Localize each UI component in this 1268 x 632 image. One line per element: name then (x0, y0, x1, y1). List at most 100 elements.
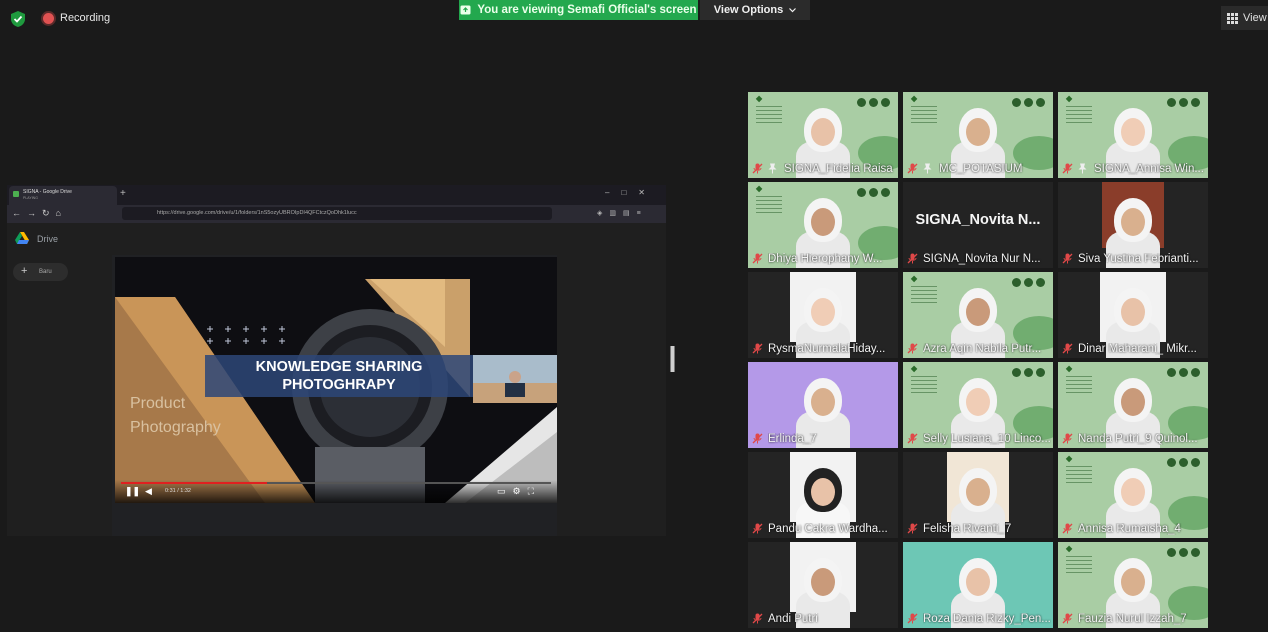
drive-new-button[interactable]: + Baru (13, 263, 68, 281)
video-presenter-pip (473, 355, 557, 403)
participant-tile[interactable]: ◆ Fauzia Nurul Izzah_7 (1058, 542, 1208, 628)
potasium-logo-icon: ◆ (911, 364, 918, 373)
background-text-lines (756, 106, 782, 124)
participant-name: Annisa Rumaisha_4 (1078, 523, 1181, 535)
address-bar[interactable]: https://drive.google.com/drive/u/1/folde… (122, 207, 552, 220)
sponsor-logos-icon (854, 94, 894, 107)
splitter-handle[interactable] (670, 346, 675, 372)
participant-tile[interactable]: ◆ Annisa Rumaisha_4 (1058, 452, 1208, 538)
view-layout-button[interactable]: View (1221, 6, 1268, 30)
mic-muted-icon (1062, 433, 1073, 444)
video-side-label-2: Photography (130, 419, 221, 436)
mic-muted-icon (907, 163, 918, 174)
participant-tile[interactable]: ◆ Nanda Putri_9 Quinol... (1058, 362, 1208, 448)
nav-buttons-icon[interactable]: ←→↻⌂ (12, 208, 67, 219)
potasium-logo-icon: ◆ (756, 184, 763, 193)
sponsor-logos-icon (1009, 274, 1049, 287)
volume-icon[interactable]: ◀ (145, 486, 152, 497)
background-text-lines (1066, 556, 1092, 574)
participant-tile[interactable]: ◆ SIGNA_Fidelia Raisa (748, 92, 898, 178)
potasium-logo-icon: ◆ (911, 94, 918, 103)
browser-nav-bar: ←→↻⌂ https://drive.google.com/drive/u/1/… (7, 205, 666, 223)
view-options-button[interactable]: View Options (700, 0, 810, 20)
security-shield-icon[interactable] (10, 10, 26, 28)
participant-name: Erlinda_7 (768, 433, 817, 445)
participant-name: Andi Putri (768, 613, 818, 625)
chevron-down-icon (789, 7, 797, 12)
view-options-label: View Options (713, 4, 784, 16)
video-progress-fill (121, 482, 267, 484)
mic-muted-icon (1062, 613, 1073, 624)
participant-name: Siva Yustina Febrianti... (1078, 253, 1199, 265)
participant-tile[interactable]: ◆ Azra Aqin Nabila Putr... (903, 272, 1053, 358)
window-controls-icon[interactable]: –□✕ (605, 188, 657, 197)
participant-name: Pandu Cakra Wardha... (768, 523, 888, 535)
mic-muted-icon (752, 253, 763, 264)
participant-tile[interactable]: ◆ MC_POTASIUM (903, 92, 1053, 178)
drive-new-label: Baru (39, 269, 52, 275)
mic-muted-icon (907, 523, 918, 534)
background-text-lines (911, 286, 937, 304)
view-label: View (1243, 12, 1267, 24)
potasium-logo-icon: ◆ (1066, 364, 1073, 373)
participant-tile[interactable]: ◆ Dhiya Hierophany W... (748, 182, 898, 268)
background-text-lines (911, 376, 937, 394)
participant-tile[interactable]: Felisha Rivanti_7 (903, 452, 1053, 538)
participant-tile[interactable]: RysmaNurmalaHiday... (748, 272, 898, 358)
participant-name: Dhiya Hierophany W... (768, 253, 883, 265)
participant-tile[interactable]: SIGNA_Novita N... SIGNA_Novita Nur N... (903, 182, 1053, 268)
drive-favicon-icon (13, 191, 19, 197)
participant-big-name: SIGNA_Novita N... (915, 212, 1041, 228)
participant-name: Fauzia Nurul Izzah_7 (1078, 613, 1187, 625)
participant-name: Azra Aqin Nabila Putr... (923, 343, 1042, 355)
sponsor-logos-icon (1164, 544, 1204, 557)
mic-muted-icon (907, 343, 918, 354)
pause-icon[interactable]: ❚❚ (125, 486, 140, 497)
sponsor-logos-icon (1164, 454, 1204, 467)
participant-tile[interactable]: Pandu Cakra Wardha... (748, 452, 898, 538)
browser-tab-bar: SIGNA - Google Drive PLAYING + –□✕ (7, 185, 666, 205)
background-text-lines (756, 196, 782, 214)
mic-muted-icon (752, 613, 763, 624)
screen-share-banner: You are viewing Semafi Official's screen (459, 0, 698, 20)
participant-tile[interactable]: Erlinda_7 (748, 362, 898, 448)
participant-tile[interactable]: ◆ Selly Lusiana_10 Linco... (903, 362, 1053, 448)
recording-label: Recording (60, 12, 111, 24)
browser-tab[interactable]: SIGNA - Google Drive PLAYING (9, 186, 117, 205)
participant-name: Roza Dania Rizky_Pen... (923, 613, 1051, 625)
participant-tile[interactable]: Siva Yustina Febrianti... (1058, 182, 1208, 268)
mic-muted-icon (752, 523, 763, 534)
participant-tile[interactable]: Roza Dania Rizky_Pen... (903, 542, 1053, 628)
browser-toolbar-icons[interactable]: ◈▥▤≡ (597, 209, 648, 217)
video-time: 0:31 / 1:32 (165, 488, 191, 494)
drive-logo-icon (15, 232, 29, 244)
address-bar-url: https://drive.google.com/drive/u/1/folde… (157, 210, 357, 216)
participant-name: RysmaNurmalaHiday... (768, 343, 886, 355)
drive-sidebar: + Baru (7, 255, 112, 536)
mic-muted-icon (752, 163, 763, 174)
recording-icon (43, 13, 54, 24)
video-player[interactable]: KNOWLEDGE SHARING PHOTOGHRAPY Product Ph… (115, 257, 557, 503)
potasium-logo-icon: ◆ (1066, 544, 1073, 553)
sponsor-logos-icon (1009, 94, 1049, 107)
mic-muted-icon (907, 433, 918, 444)
screen-share-text: You are viewing Semafi Official's screen (477, 4, 697, 16)
sponsor-logos-icon (1164, 364, 1204, 377)
participant-tile[interactable]: Dinar Maharani_ Mikr... (1058, 272, 1208, 358)
pin-icon[interactable] (768, 163, 777, 174)
new-tab-icon[interactable]: + (120, 188, 126, 199)
background-text-lines (911, 106, 937, 124)
pin-icon[interactable] (923, 163, 932, 174)
pin-icon[interactable] (1078, 163, 1087, 174)
participant-tile[interactable]: Andi Putri (748, 542, 898, 628)
mic-muted-icon (752, 343, 763, 354)
participant-tile[interactable]: ◆ SIGNA_Annisa Win... (1058, 92, 1208, 178)
drive-header: Drive (7, 223, 666, 255)
mic-muted-icon (1062, 163, 1073, 174)
video-title-overlay: KNOWLEDGE SHARING PHOTOGHRAPY (205, 355, 473, 397)
sponsor-logos-icon (1164, 94, 1204, 107)
mic-muted-icon (752, 433, 763, 444)
video-settings-icons[interactable]: ▭⚙⛶ (497, 486, 541, 497)
participant-name: Dinar Maharani_ Mikr... (1078, 343, 1197, 355)
browser-tab-title: SIGNA - Google Drive (23, 189, 72, 195)
